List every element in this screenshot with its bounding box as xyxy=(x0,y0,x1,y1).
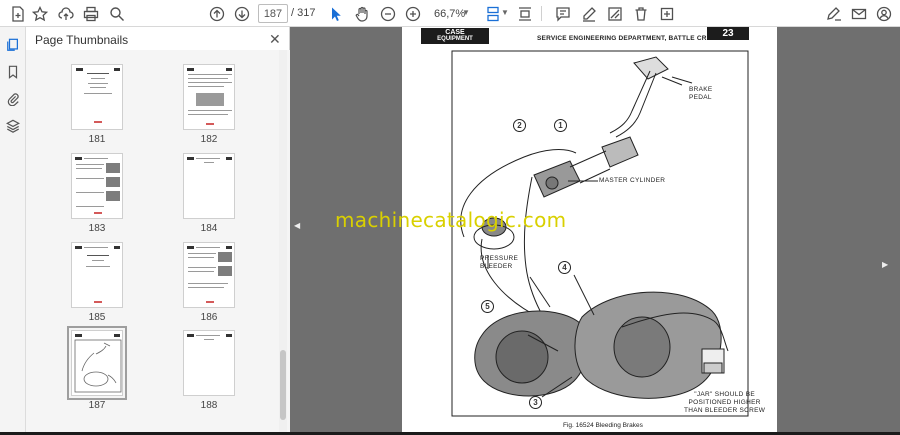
left-navigation-rail xyxy=(0,27,26,435)
page-up-icon[interactable] xyxy=(206,3,228,24)
delete-icon[interactable] xyxy=(630,3,652,24)
top-toolbar: 187 / 317 66,7% ▼ ▼ xyxy=(0,0,900,27)
account-icon[interactable] xyxy=(873,3,895,24)
zoom-in-icon[interactable] xyxy=(402,3,424,24)
pen-icon[interactable] xyxy=(578,3,600,24)
department-header: SERVICE ENGINEERING DEPARTMENT, BATTLE C… xyxy=(537,35,721,42)
thumbnail-page-188[interactable] xyxy=(183,330,235,396)
print-icon[interactable] xyxy=(80,3,102,24)
add-file-icon[interactable] xyxy=(7,3,29,24)
callout-5: 5 xyxy=(481,300,494,313)
thumbnail-number: 183 xyxy=(88,223,106,234)
layers-icon[interactable] xyxy=(4,117,22,135)
email-icon[interactable] xyxy=(848,3,870,24)
more-tools-icon[interactable] xyxy=(656,3,678,24)
callout-3: 3 xyxy=(529,396,542,409)
label-pressure-bleeder: PRESSURE BLEEDER xyxy=(480,255,519,270)
expand-right-panel-icon[interactable]: ▶ xyxy=(882,260,888,269)
search-icon[interactable] xyxy=(106,3,128,24)
thumbnail-number: 186 xyxy=(200,312,218,323)
hand-icon[interactable] xyxy=(351,3,373,24)
brand-logo: CASE EQUIPMENT xyxy=(421,28,489,44)
thumbnail-number: 188 xyxy=(200,400,218,411)
scroll-mode-chevron-icon[interactable]: ▼ xyxy=(501,8,509,17)
thumbnail-page-185[interactable] xyxy=(71,242,123,308)
page-down-icon[interactable] xyxy=(231,3,253,24)
thumbnail-page-187[interactable] xyxy=(67,326,127,400)
panel-title: Page Thumbnails xyxy=(35,33,129,47)
sign-icon[interactable] xyxy=(823,3,845,24)
fit-page-icon[interactable] xyxy=(514,3,536,24)
thumbnail-number: 185 xyxy=(88,312,106,323)
callout-1: 1 xyxy=(554,119,567,132)
thumbnail-page-184[interactable] xyxy=(183,153,235,219)
attachment-icon[interactable] xyxy=(4,90,22,108)
page-number-input[interactable]: 187 xyxy=(258,4,288,23)
document-page-number: 23 xyxy=(707,27,749,40)
thumbnails-icon[interactable] xyxy=(4,36,22,54)
thumbnail-number: 184 xyxy=(200,223,218,234)
close-icon[interactable]: ✕ xyxy=(269,31,281,48)
thumbnail-page-183[interactable] xyxy=(71,153,123,219)
thumbnail-number: 182 xyxy=(200,134,218,145)
page-total-label: / 317 xyxy=(291,7,316,19)
cursor-icon[interactable] xyxy=(325,3,347,24)
thumbnail-scrollbar[interactable] xyxy=(279,50,287,435)
thumbnail-page-182[interactable] xyxy=(183,64,235,130)
thumbnail-list: 181 182 183 184 185 186 187 188 xyxy=(26,50,290,435)
label-jar-note: "JAR" SHOULD BE POSITIONED HIGHER THAN B… xyxy=(684,391,766,414)
comment-icon[interactable] xyxy=(552,3,574,24)
highlight-icon[interactable] xyxy=(604,3,626,24)
bookmark-icon[interactable] xyxy=(4,63,22,81)
label-master-cylinder: MASTER CYLINDER xyxy=(599,177,666,184)
thumbnail-number: 181 xyxy=(88,134,106,145)
watermark-text: machinecatalogic.com xyxy=(335,208,567,232)
label-brake-pedal: BRAKE PEDAL xyxy=(689,86,713,101)
upload-icon[interactable] xyxy=(55,3,77,24)
scrollbar-thumb[interactable] xyxy=(280,350,286,420)
zoom-out-icon[interactable] xyxy=(377,3,399,24)
thumbnail-page-186[interactable] xyxy=(183,242,235,308)
callout-4: 4 xyxy=(558,261,571,274)
callout-2: 2 xyxy=(513,119,526,132)
thumbnail-page-181[interactable] xyxy=(71,64,123,130)
star-icon[interactable] xyxy=(29,3,51,24)
zoom-dropdown-chevron-icon[interactable]: ▼ xyxy=(462,8,470,17)
thumbnail-number: 187 xyxy=(88,400,106,411)
collapse-left-panel-icon[interactable]: ◀ xyxy=(294,221,300,230)
toolbar-separator xyxy=(541,6,542,21)
figure-caption: Fig. 16524 Bleeding Brakes xyxy=(563,422,643,429)
